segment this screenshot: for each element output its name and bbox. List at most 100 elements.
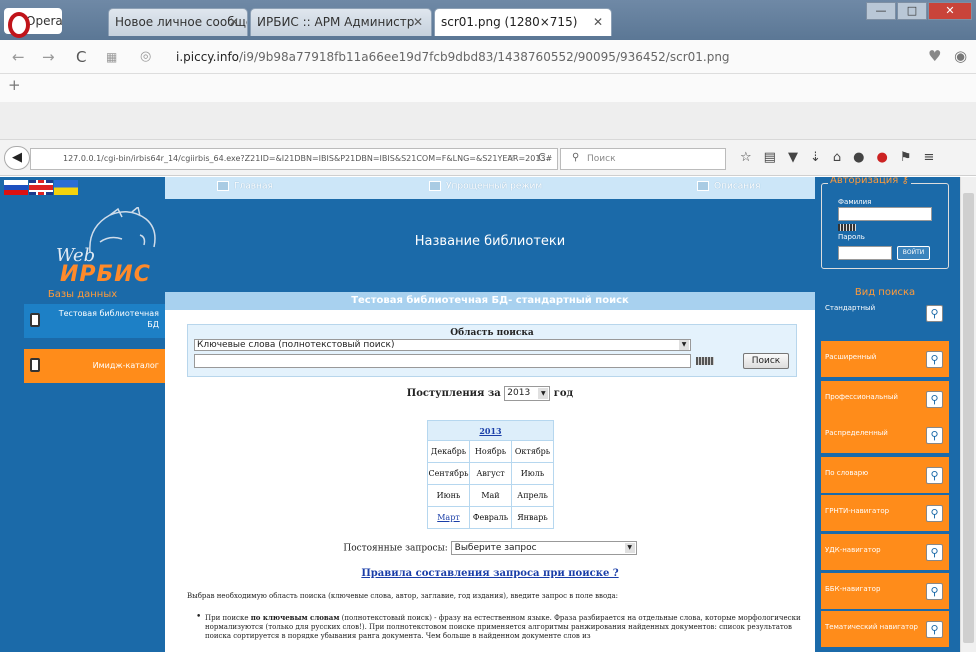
search-type-thematic[interactable]: Тематический навигатор ⚲ [821,611,949,647]
chevron-down-icon: ▼ [679,340,689,350]
permanent-queries-value: Выберите запрос [454,543,537,553]
databases-title: Базы данных [47,289,118,300]
year-select[interactable]: 2013 ▼ [504,386,551,401]
logo-irbis: ИРБИС [60,262,151,287]
tab-irbis-admin[interactable]: ИРБИС :: АРМ Администр ✕ [250,8,432,36]
bookmark-star-icon[interactable]: ☆ [740,150,764,165]
back-icon[interactable]: ← [12,48,25,66]
download-icon[interactable]: ⇣ [810,150,833,165]
month-cell: Август [469,462,512,485]
help-prefix: При поиске [205,614,251,622]
search-type-udk[interactable]: УДК-навигатор ⚲ [821,534,949,570]
database-item-test[interactable]: Тестовая библиотечная БД [24,304,165,338]
url-path: /i9/9b98a77918fb11a66ee19d7fcb9dbd83/143… [239,50,730,64]
search-placeholder: Поиск [587,154,616,164]
page-gap [0,102,976,140]
chat-icon[interactable]: ● [853,150,876,165]
search-type-bbk[interactable]: ББК-навигатор ⚲ [821,573,949,609]
url-field[interactable]: i.piccy.info/i9/9b98a77918fb11a66ee19d7f… [176,50,730,64]
inner-search-field[interactable]: Поиск [560,148,726,170]
pocket-icon[interactable]: ▼ [788,150,810,165]
page-scrollbar[interactable] [960,177,976,652]
add-tab-button[interactable]: + [8,76,21,94]
search-icon: ⚲ [572,152,580,163]
speed-dial-icon[interactable]: ▦ [106,50,117,64]
minimize-button[interactable]: — [866,2,896,20]
arrivals-prefix: Поступления за [406,388,501,399]
close-icon[interactable]: ✕ [229,9,239,35]
opera-tab-bar: Opera Новое личное сообщение ✕ ИРБИС :: … [0,0,976,40]
nav-simple-mode[interactable]: Упрощенный режим [429,181,542,192]
nav-home[interactable]: Главная [217,181,273,192]
month-link[interactable]: Март [437,513,460,522]
reading-list-icon[interactable]: ▤ [764,150,788,165]
calendar-year-link[interactable]: 2013 [479,426,501,436]
month-cell: Апрель [511,484,554,507]
reload-icon[interactable]: C [76,48,86,66]
query-input[interactable] [194,354,691,368]
key-icon: ⚷ [901,177,909,186]
main-title: Тестовая библиотечная БД- стандартный по… [165,292,815,310]
inner-browser-toolbar: ◀ 127.0.0.1/cgi-bin/irbis64r_14/cgiirbis… [0,140,976,176]
reload-icon[interactable]: C [538,151,546,164]
login-button[interactable]: ВОЙТИ [897,246,930,260]
adblock-icon[interactable]: ● [876,150,899,165]
flag-uk-icon[interactable] [29,180,53,195]
tab-scr01[interactable]: scr01.png (1280×715) ✕ [434,8,612,36]
rules-link[interactable]: Правила составления запроса при поиске ? [165,568,815,579]
month-cell: Ноябрь [469,440,512,463]
scrollbar-thumb[interactable] [963,193,974,643]
heart-icon[interactable]: ♥ [928,47,941,65]
flag-icon[interactable]: ⚑ [900,150,924,165]
back-icon[interactable]: ◀ [4,146,30,170]
search-type-label: Распределенный [825,429,888,437]
search-icon: ⚲ [926,544,943,561]
window-close-button[interactable]: ✕ [928,2,972,20]
search-types-title: Вид поиска [854,287,916,298]
dropdown-icon[interactable]: ▽ [508,153,514,162]
year-value: 2013 [507,388,531,398]
menu-icon[interactable]: ≡ [923,150,946,165]
search-type-dictionary[interactable]: По словарю ⚲ [821,457,949,493]
home-icon[interactable]: ⌂ [833,150,853,165]
search-type-standard[interactable]: Стандартный ⚲ [821,301,949,337]
password-input[interactable] [838,246,892,260]
toolbar-icons: ☆▤▼⇣⌂●●⚑≡ [740,150,946,165]
password-label: Пароль [838,233,865,241]
permanent-queries-select[interactable]: Выберите запрос ▼ [450,541,637,555]
search-button[interactable]: Поиск [743,353,789,369]
search-type-grnti[interactable]: ГРНТИ-навигатор ⚲ [821,495,949,531]
site-info-icon[interactable]: ◎ [140,49,151,64]
close-icon[interactable]: ✕ [413,9,423,35]
month-cell: Июнь [427,484,470,507]
search-type-extended[interactable]: Расширенный ⚲ [821,341,949,377]
tab-new-message[interactable]: Новое личное сообщение ✕ [108,8,248,36]
search-box: Область поиска Ключевые слова (полнотекс… [187,324,797,377]
language-flags [4,180,79,195]
nav-simple-label: Упрощенный режим [446,181,543,192]
nav-descriptions-label: Описания [714,181,761,192]
search-area-select[interactable]: Ключевые слова (полнотекстовый поиск) ▼ [194,339,691,351]
maximize-button[interactable]: □ [897,2,927,20]
month-cell: Декабрь [427,440,470,463]
keyboard-icon[interactable] [838,224,856,231]
keyboard-icon[interactable] [696,357,714,365]
database-item-image-catalog[interactable]: Имидж-каталог [24,349,165,383]
close-icon[interactable]: ✕ [593,9,603,35]
search-type-distributed[interactable]: Распределенный ⚲ [821,417,949,453]
flag-ua-icon[interactable] [54,180,78,195]
search-type-professional[interactable]: Профессиональный ⚲ [821,381,949,417]
account-icon[interactable]: ◉ [954,47,967,65]
surname-input[interactable] [838,207,932,221]
flag-ru-icon[interactable] [4,180,28,195]
calendar-year-cell: 2013 [427,420,554,441]
library-name: Название библиотеки [414,234,566,249]
nav-descriptions[interactable]: Описания [697,181,760,192]
permanent-queries-label: Постоянные запросы: [343,543,448,554]
opera-menu-button[interactable]: Opera [4,8,63,38]
search-icon: ⚲ [926,427,943,444]
forward-icon[interactable]: → [42,48,55,66]
surname-label: Фамилия [838,198,872,206]
authorization-title-text: Авторизация [830,177,899,186]
inner-url-field[interactable]: 127.0.0.1/cgi-bin/irbis64r_14/cgiirbis_6… [30,148,558,170]
